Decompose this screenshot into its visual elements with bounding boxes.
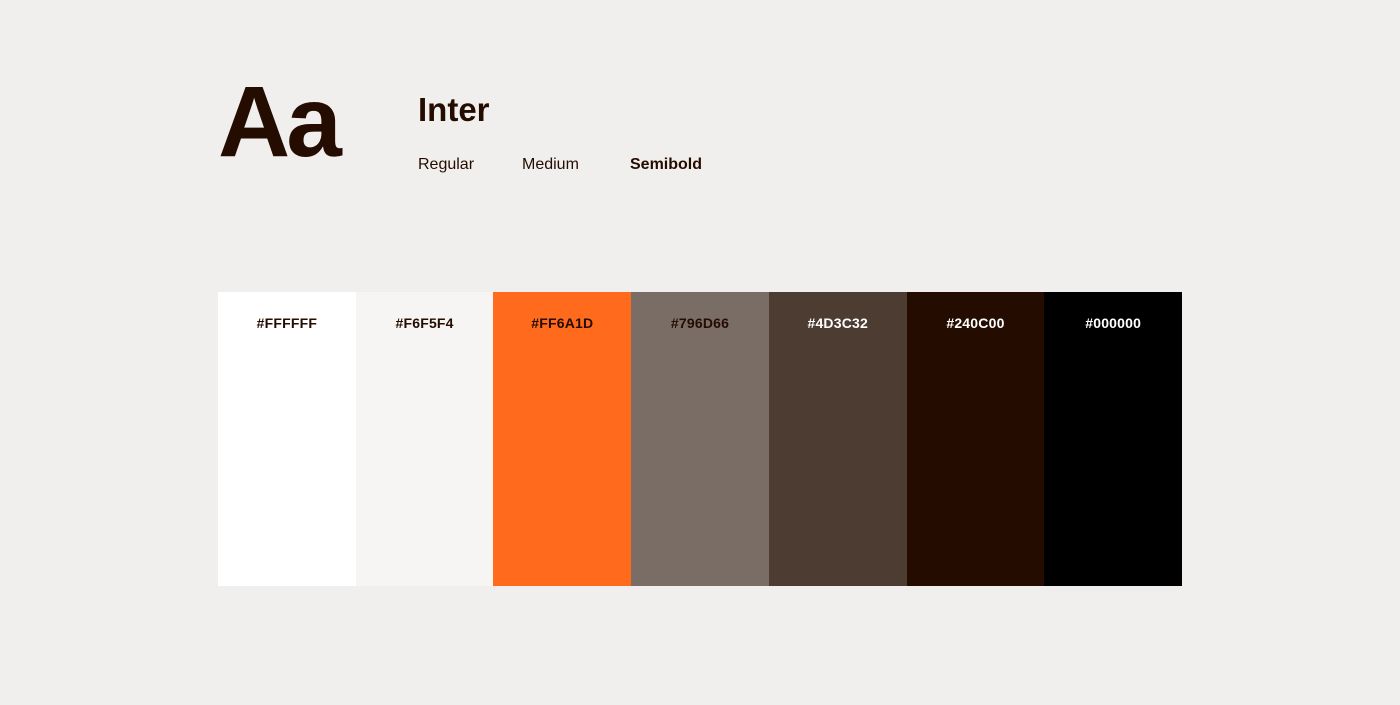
color-swatch: #FFFFFF (218, 292, 356, 586)
color-swatch: #240C00 (906, 292, 1045, 586)
color-swatch: #4D3C32 (768, 292, 907, 586)
weight-medium: Medium (522, 156, 579, 173)
color-swatch: #F6F5F4 (355, 292, 494, 586)
color-palette: #FFFFFF #F6F5F4 #FF6A1D #796D66 #4D3C32 … (218, 292, 1183, 586)
swatch-hex-label: #FF6A1D (531, 315, 594, 331)
font-name: Inter (418, 91, 490, 128)
swatch-hex-label: #000000 (1085, 315, 1142, 331)
weight-regular: Regular (418, 156, 475, 173)
color-swatch: #796D66 (631, 292, 769, 586)
color-swatch: #000000 (1044, 292, 1183, 586)
swatch-hex-label: #F6F5F4 (395, 315, 454, 331)
swatch-hex-label: #240C00 (946, 315, 1005, 331)
swatch-hex-label: #FFFFFF (256, 315, 318, 331)
type-specimen: Aa (218, 66, 342, 178)
color-swatch: #FF6A1D (493, 292, 632, 586)
font-weights: Regular Medium Semibold (418, 155, 702, 174)
swatch-hex-label: #4D3C32 (807, 315, 869, 331)
swatch-hex-label: #796D66 (670, 315, 730, 331)
weight-semibold: Semibold (630, 156, 703, 173)
